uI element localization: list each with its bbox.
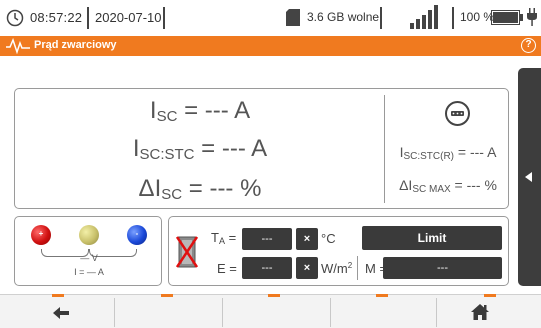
bar-divider [436, 298, 437, 327]
e-unit-exponent: 2 [347, 261, 353, 270]
status-divider [163, 7, 165, 29]
delta-isc-max-readout: ΔISC MAX = --- % [387, 177, 509, 195]
isc-symbol: I [149, 97, 157, 124]
status-time: 08:57:22 [30, 10, 83, 25]
bar-marker [161, 294, 173, 297]
terminal-voltage: — V [80, 253, 98, 263]
isc-readout: ISC = --- A [15, 97, 385, 125]
home-icon[interactable] [458, 301, 502, 323]
e-equals: = [225, 261, 237, 276]
ta-clear-button[interactable]: × [296, 228, 318, 250]
bar-marker [484, 294, 496, 297]
arrow-left-icon [525, 172, 532, 182]
isc-stc-r-value: = --- A [457, 144, 497, 160]
m-input[interactable]: --- [383, 257, 502, 279]
title-bar: Prąd zwarciowy ? [0, 36, 541, 56]
minus-terminal-icon: - [127, 225, 147, 245]
plus-terminal-label: + [38, 229, 44, 238]
sd-card-icon [286, 9, 300, 26]
status-storage: 3.6 GB wolne [307, 10, 380, 24]
minus-terminal-label: - [135, 229, 139, 238]
bar-marker [376, 294, 388, 297]
battery-icon [491, 10, 523, 25]
bar-marker [268, 294, 280, 297]
e-label: E = [217, 261, 237, 276]
page-title: Prąd zwarciowy [34, 39, 117, 51]
settings-panel: TA = --- × °C E = --- × W/m2 Limit M = -… [168, 216, 509, 286]
isc-stc-readout: ISC:STC = --- A [15, 135, 385, 163]
isc-stc-subscript: SC:STC [139, 146, 195, 163]
isc-value: = --- A [184, 97, 251, 124]
status-date: 2020-07-10 [95, 10, 162, 25]
result-panel: ISC = --- A ISC:STC = --- A ΔISC = --- %… [14, 88, 509, 209]
isc-stc-r-subscript: SC:STC(R) [403, 151, 455, 162]
terminals-panel[interactable]: + - — V I = — A [14, 216, 162, 286]
status-divider [87, 7, 89, 29]
settings-divider [357, 256, 358, 280]
e-input[interactable]: --- [242, 257, 292, 279]
e-unit-base: W/m [321, 261, 348, 276]
ta-input[interactable]: --- [242, 228, 292, 250]
status-battery-level: 100 % [460, 10, 495, 24]
e-unit: W/m2 [321, 261, 352, 276]
power-plug-icon [527, 8, 537, 26]
status-divider [380, 7, 382, 29]
delta-isc-readout: ΔISC = --- % [15, 175, 385, 203]
terminal-current: I = — A [74, 267, 104, 277]
bar-marker [52, 294, 64, 297]
isc-subscript: SC [156, 108, 178, 125]
delta-isc-subscript: SC [161, 186, 183, 203]
isc-stc-r-readout: ISC:STC(R) = --- A [387, 144, 509, 162]
ta-unit: °C [321, 231, 336, 246]
delta-isc-max-subscript: SC MAX [412, 184, 451, 195]
help-icon[interactable]: ? [521, 38, 536, 53]
ta-symbol: T [211, 230, 219, 245]
bar-divider [222, 298, 223, 327]
plus-terminal-icon: + [31, 225, 51, 245]
delta-isc-value: = --- % [188, 175, 262, 202]
status-bar: 08:57:22 2020-07-10 3.6 GB wolne 100 % [0, 0, 541, 36]
e-symbol: E [217, 261, 226, 276]
signal-bars-icon [410, 5, 438, 29]
bar-divider [114, 298, 115, 327]
delta-isc-symbol: ΔI [138, 175, 162, 202]
minus-circle-icon [445, 101, 470, 126]
middle-terminal-icon [79, 225, 99, 245]
screen: 08:57:22 2020-07-10 3.6 GB wolne 100 % P… [0, 0, 541, 328]
ta-label: TA = [211, 230, 236, 246]
delta-isc-max-value: = --- % [454, 177, 497, 193]
side-panel-toggle[interactable] [518, 68, 541, 286]
limit-button[interactable]: Limit [362, 226, 502, 250]
e-clear-button[interactable]: × [296, 257, 318, 279]
clock-icon [6, 9, 24, 27]
sensor-disabled-icon[interactable] [176, 235, 198, 269]
result-divider [384, 95, 385, 203]
ta-equals: = [224, 230, 237, 245]
status-divider [452, 7, 454, 29]
isc-stc-value: = --- A [201, 135, 268, 162]
bottom-bar [0, 294, 541, 328]
bar-divider [330, 298, 331, 327]
back-arrow-icon[interactable] [40, 303, 84, 323]
delta-isc-max-symbol: ΔI [399, 177, 413, 193]
waveform-icon [6, 38, 30, 54]
